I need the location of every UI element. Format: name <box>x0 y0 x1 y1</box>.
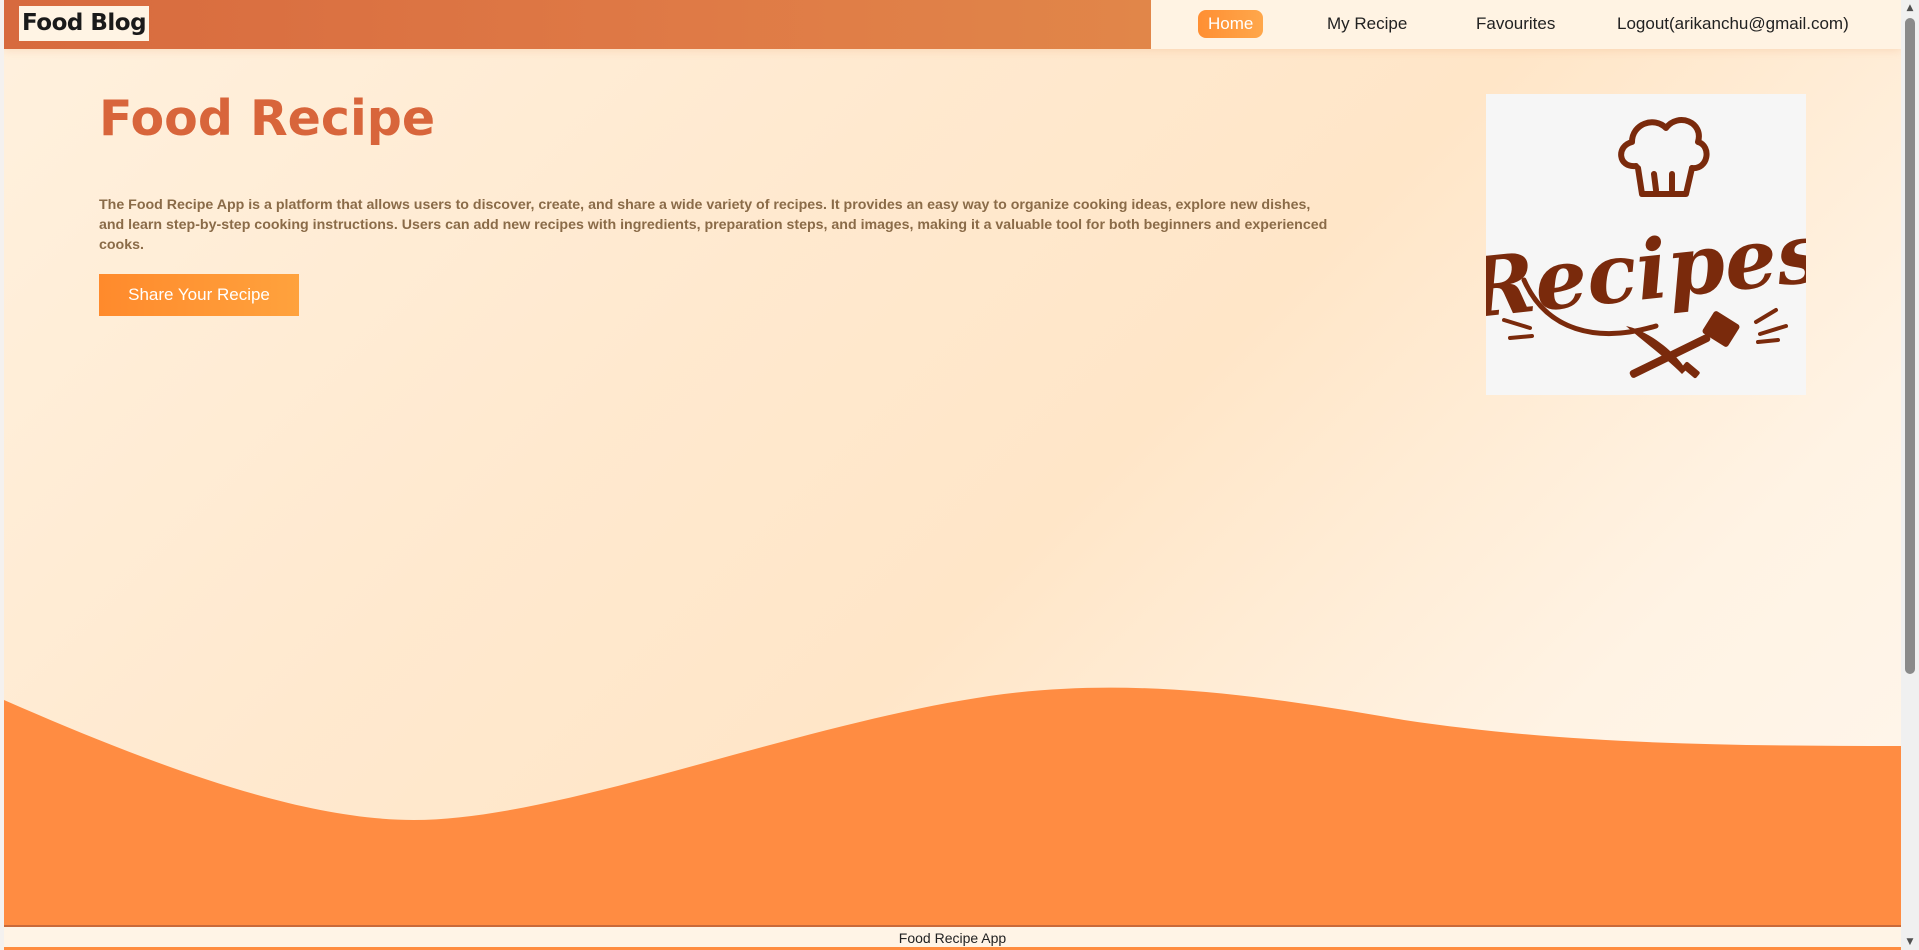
chef-hat-icon <box>1618 117 1710 197</box>
nav-favourites-link[interactable]: Favourites <box>1476 10 1555 38</box>
nav-home-link[interactable]: Home <box>1198 10 1264 38</box>
page: Food Blog Home My Recipe Favourites Logo… <box>4 0 1901 950</box>
scroll-up-arrow-icon[interactable]: ▲ <box>1901 0 1919 16</box>
vertical-scrollbar[interactable]: ▲ ▼ <box>1901 0 1919 950</box>
recipes-logo-image: Recipes <box>1460 94 1827 395</box>
scrollbar-thumb[interactable] <box>1905 18 1915 674</box>
brand-logo-text[interactable]: Food Blog <box>19 6 150 41</box>
top-navbar: Food Blog Home My Recipe Favourites Logo… <box>4 0 1901 49</box>
page-title: Food Recipe <box>99 90 436 147</box>
orange-wave-decoration <box>4 687 1901 925</box>
share-recipe-button[interactable]: Share Your Recipe <box>99 274 299 316</box>
nav-menu: Home My Recipe Favourites Logout(arikanc… <box>1151 0 1901 49</box>
recipes-logo-svg: Recipes <box>1460 117 1827 379</box>
hero-description: The Food Recipe App is a platform that a… <box>99 197 1328 254</box>
scroll-down-arrow-icon[interactable]: ▼ <box>1901 934 1919 950</box>
nav-logout-link[interactable]: Logout(arikanchu@gmail.com) <box>1617 10 1849 38</box>
footer: Food Recipe App <box>4 925 1901 949</box>
brand-area: Food Blog <box>4 0 1151 49</box>
logo-wordmark: Recipes <box>1486 205 1806 338</box>
nav-my-recipe-link[interactable]: My Recipe <box>1327 10 1407 38</box>
footer-text: Food Recipe App <box>898 930 1007 946</box>
